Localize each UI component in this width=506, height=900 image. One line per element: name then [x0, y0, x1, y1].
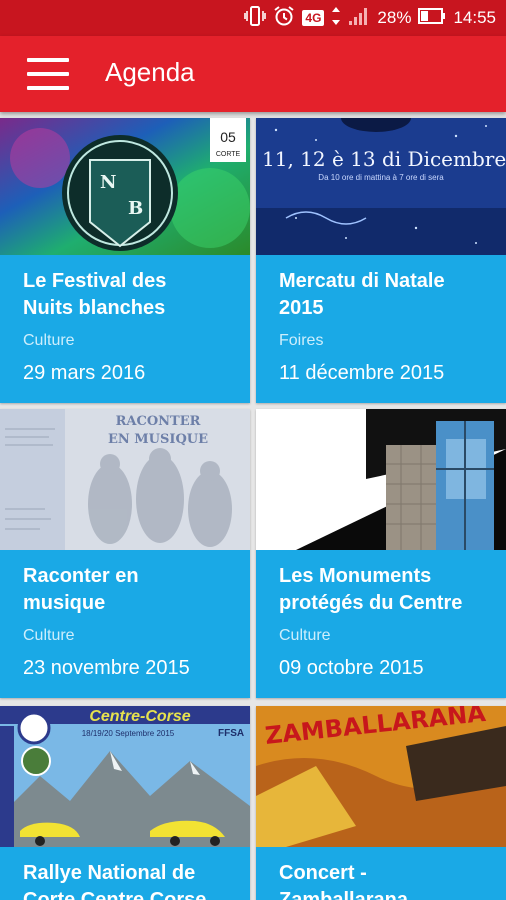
- image-badge-day: 05: [220, 129, 236, 145]
- event-date: 29 mars 2016: [23, 362, 146, 384]
- image-headline: 11, 12 è 13 di Dicembre: [262, 147, 506, 171]
- event-title: Concert - Zamballarana: [279, 860, 499, 900]
- image-subtext: Da 10 ore di mattina à 7 ore di sera: [318, 173, 444, 182]
- event-title: Les Monuments protégés du Centre: [279, 563, 499, 617]
- event-title: Raconter en musique: [23, 563, 243, 617]
- event-image: ZAMBALLARANA: [256, 706, 506, 847]
- event-category: Culture: [23, 332, 75, 349]
- image-badge: FFSA: [218, 728, 244, 739]
- event-image: N B 05 CORTE: [0, 118, 250, 255]
- event-title-line: Rallye National de: [23, 862, 196, 884]
- hamburger-menu-icon[interactable]: [27, 58, 69, 90]
- event-date: 11 décembre 2015: [279, 362, 445, 384]
- page-title: Agenda: [105, 57, 195, 87]
- event-card-zamballarana[interactable]: ZAMBALLARANA Concert - Zamballarana: [256, 706, 506, 900]
- battery-icon: [418, 7, 446, 30]
- event-title-line: protégés du Centre: [279, 592, 463, 614]
- event-card-monuments[interactable]: Les Monuments protégés du Centre Culture…: [256, 409, 506, 698]
- svg-text:N: N: [100, 172, 116, 193]
- event-title-line: Les Monuments: [279, 565, 432, 587]
- battery-percent: 28%: [377, 8, 412, 27]
- event-category: Culture: [279, 627, 331, 644]
- signal-icon: [348, 6, 370, 31]
- event-category: Culture: [23, 627, 75, 644]
- event-title-line: Mercatu di Natale: [279, 270, 445, 292]
- app-bar: Agenda: [0, 36, 506, 112]
- image-headline: RACONTER: [116, 414, 201, 429]
- event-title-line: Concert -: [279, 862, 367, 884]
- event-image: 11, 12 è 13 di Dicembre Da 10 ore di mat…: [256, 118, 506, 255]
- svg-text:B: B: [128, 198, 143, 219]
- image-headline: EN MUSIQUE: [108, 432, 208, 447]
- image-headline: Centre-Corse: [89, 708, 190, 725]
- image-subtext: 18/19/20 Septembre 2015: [82, 729, 175, 738]
- event-image: [256, 409, 506, 550]
- alarm-icon: [273, 5, 295, 32]
- event-date: 09 octobre 2015: [279, 657, 424, 679]
- event-image: RACONTER EN MUSIQUE: [0, 409, 250, 550]
- event-card-mercatu-natale[interactable]: 11, 12 è 13 di Dicembre Da 10 ore di mat…: [256, 118, 506, 403]
- event-card-rallye[interactable]: Centre-Corse 18/19/20 Septembre 2015 FFS…: [0, 706, 250, 900]
- event-title-line: Raconter en: [23, 565, 139, 587]
- event-category: Foires: [279, 332, 324, 349]
- vibrate-icon: [244, 5, 267, 31]
- data-arrows-icon: [331, 6, 341, 31]
- event-title-line: Nuits blanches: [23, 297, 166, 319]
- event-title: Rallye National de Corte Centre Corse: [23, 860, 243, 900]
- event-title-line: Corte Centre Corse: [23, 889, 207, 900]
- event-title-line: musique: [23, 592, 106, 614]
- event-title: Le Festival des Nuits blanches: [23, 268, 243, 322]
- event-date: 23 novembre 2015: [23, 657, 190, 679]
- clock: 14:55: [453, 8, 496, 27]
- status-bar: 4G 28% 14:55: [0, 0, 506, 36]
- event-card-nuits-blanches[interactable]: N B 05 CORTE Le Festival des Nuits blanc…: [0, 118, 250, 403]
- event-title-line: 2015: [279, 297, 324, 319]
- event-title-line: Zamballarana: [279, 889, 408, 900]
- agenda-grid[interactable]: N B 05 CORTE Le Festival des Nuits blanc…: [0, 112, 506, 900]
- event-title-line: Le Festival des: [23, 270, 167, 292]
- event-title: Mercatu di Natale 2015: [279, 268, 499, 322]
- event-image: Centre-Corse 18/19/20 Septembre 2015 FFS…: [0, 706, 250, 847]
- event-card-raconter-musique[interactable]: RACONTER EN MUSIQUE Raconter en musique …: [0, 409, 250, 698]
- image-badge-city: CORTE: [216, 151, 241, 158]
- network-4g-icon: 4G: [302, 10, 325, 26]
